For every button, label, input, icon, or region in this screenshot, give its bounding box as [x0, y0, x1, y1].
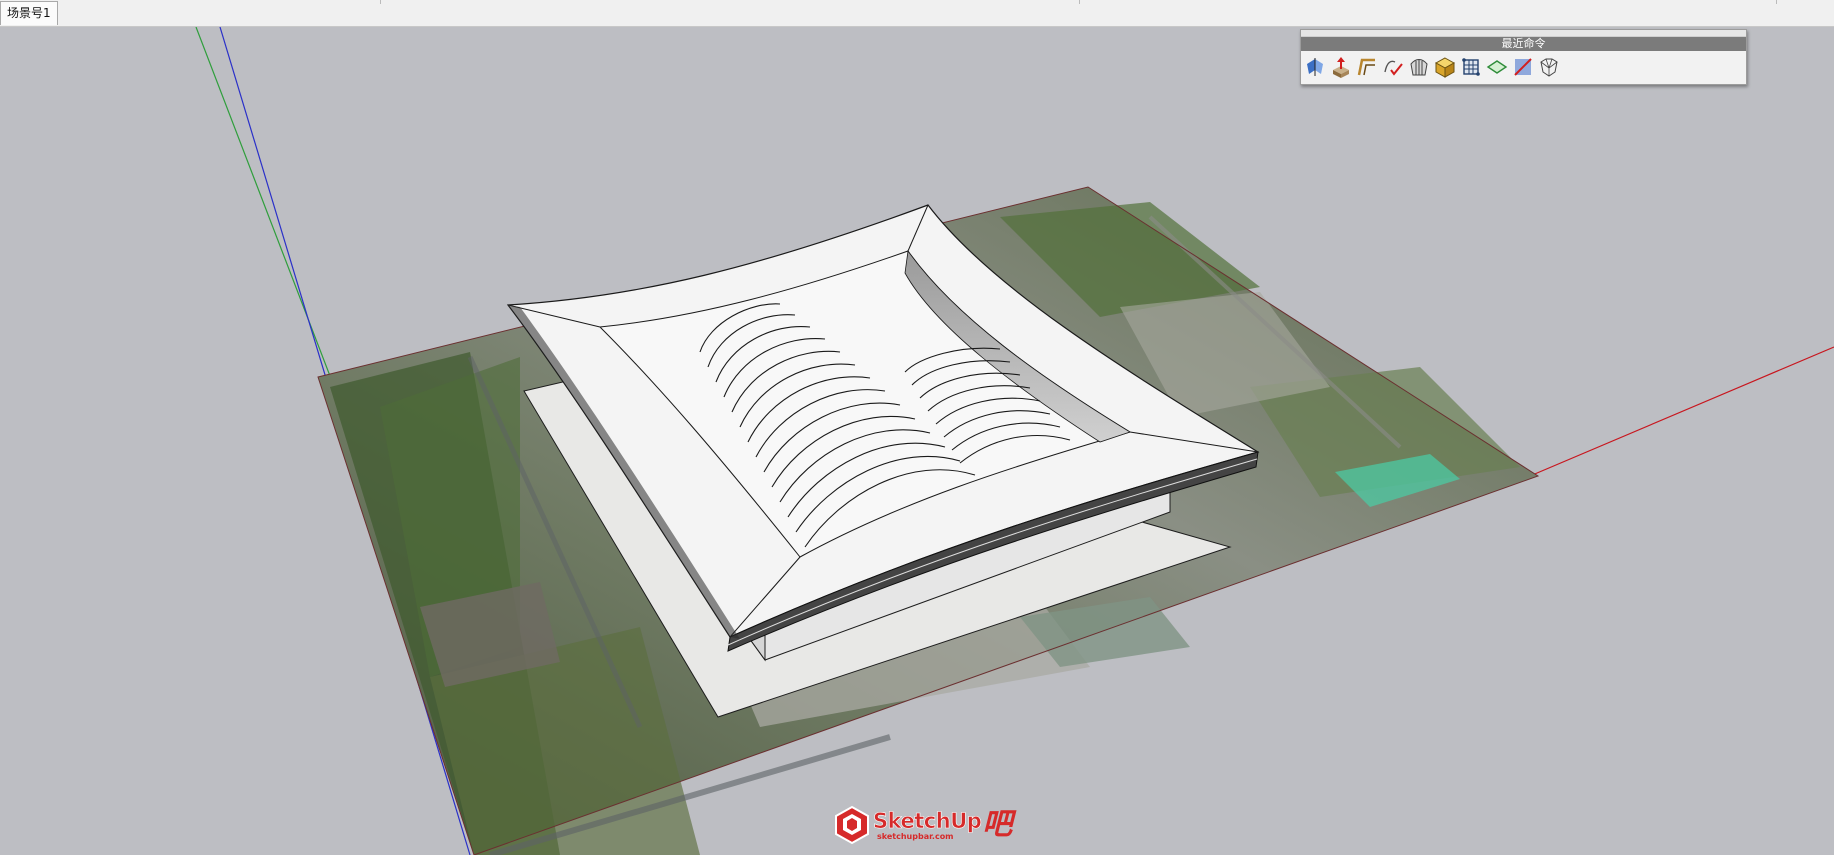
watermark-url: sketchupbar.com — [877, 831, 954, 841]
check-curve-icon[interactable] — [1381, 55, 1405, 79]
watermark-brand: SketchUp — [873, 808, 982, 833]
recent-commands-icons — [1301, 51, 1746, 83]
recent-commands-panel: 最近命令 — [1300, 29, 1747, 85]
offset-edge-icon[interactable] — [1355, 55, 1379, 79]
sketchupbar-watermark: SketchUp sketchupbar.com 吧 — [834, 802, 1012, 848]
watermark-suffix: 吧 — [982, 807, 1013, 842]
shell-surface-icon[interactable] — [1407, 55, 1431, 79]
push-pull-arrow-icon[interactable] — [1329, 55, 1353, 79]
tab-bar-tick — [380, 0, 381, 4]
section-plane-icon[interactable] — [1511, 55, 1535, 79]
panel-grip[interactable] — [1301, 30, 1746, 37]
tab-bar-tick — [1079, 0, 1080, 4]
viewport-canvas — [195, 27, 1834, 855]
green-axis — [195, 27, 336, 390]
subdivide-cube-icon[interactable] — [1433, 55, 1457, 79]
watermark-text: SketchUp sketchupbar.com — [873, 808, 982, 841]
mirror-wings-icon[interactable] — [1303, 55, 1327, 79]
model-viewport[interactable] — [0, 27, 1834, 855]
scene-tab-bar: 场景号1 — [0, 0, 1834, 27]
red-axis — [1529, 346, 1834, 477]
panel-title: 最近命令 — [1301, 37, 1746, 51]
tab-bar-tick — [1776, 0, 1777, 4]
sketchup-logo-icon — [835, 805, 869, 845]
scene-tab[interactable]: 场景号1 — [0, 1, 58, 25]
green-plane-icon[interactable] — [1485, 55, 1509, 79]
grid-box-icon[interactable] — [1459, 55, 1483, 79]
scene-tab-label: 场景号1 — [7, 6, 51, 20]
fox-wireframe-icon[interactable] — [1537, 55, 1561, 79]
